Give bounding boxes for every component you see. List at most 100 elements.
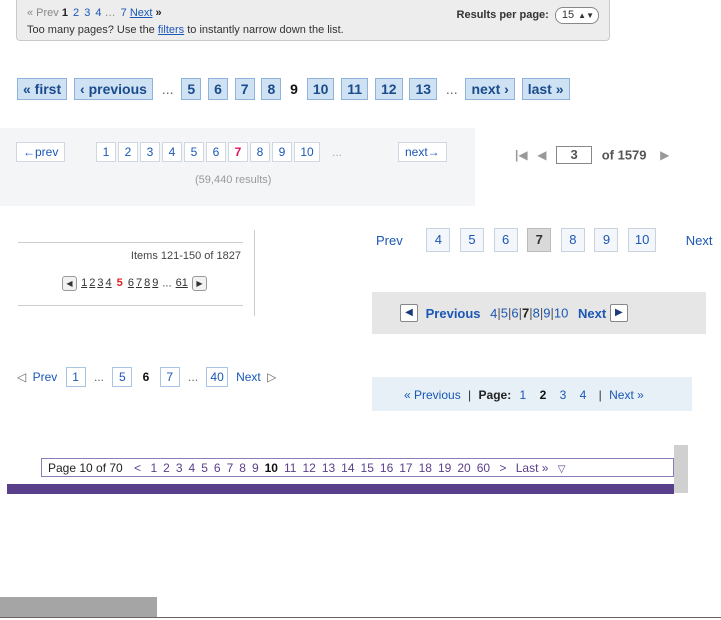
page-button[interactable]: 13 — [409, 78, 438, 100]
first-button[interactable]: « first — [17, 78, 68, 100]
page-link[interactable]: 2 — [89, 277, 95, 289]
page-link[interactable]: 4 — [189, 461, 196, 475]
filters-link[interactable]: filters — [158, 24, 184, 36]
page-link[interactable]: 9 — [152, 277, 158, 289]
page-link[interactable]: 2 — [163, 461, 170, 475]
page-link[interactable]: 12 — [302, 461, 315, 475]
prev-link[interactable]: < — [134, 461, 141, 475]
bottom-tab[interactable] — [0, 597, 157, 618]
page-button[interactable]: 9 — [594, 228, 619, 252]
page-link[interactable]: 1 — [81, 277, 87, 289]
prev-link[interactable]: Prev — [33, 370, 58, 384]
prev-triangle-icon[interactable]: ◁ — [17, 370, 26, 384]
page-button[interactable]: 1 — [96, 142, 116, 162]
page-button[interactable]: 6 — [208, 78, 228, 100]
page-button[interactable]: 8 — [261, 78, 282, 100]
page-link[interactable]: 8 — [239, 461, 246, 475]
page-button[interactable]: 2 — [118, 142, 138, 162]
next-arrow-icon[interactable]: ▶ — [191, 276, 207, 291]
page-link[interactable]: 3 — [97, 277, 103, 289]
page-link[interactable]: 14 — [341, 461, 354, 475]
page-link[interactable]: 1 — [520, 388, 527, 402]
page-button[interactable]: 8 — [250, 142, 270, 162]
next-link[interactable]: Next — [130, 7, 153, 19]
page-link[interactable]: 19 — [438, 461, 451, 475]
prev-button[interactable]: ←prev — [16, 142, 66, 162]
page-button[interactable]: 12 — [374, 78, 403, 100]
prev-arrow-icon[interactable]: ◀ — [62, 276, 77, 291]
page-button[interactable]: 1 — [65, 367, 86, 387]
page-button[interactable]: 8 — [560, 228, 585, 252]
page-button[interactable]: 6 — [206, 142, 226, 162]
page-link[interactable]: 4 — [105, 277, 111, 289]
page-link[interactable]: 6 — [214, 461, 221, 475]
results-per-page-select[interactable]: 15 ▲▼ — [554, 7, 599, 24]
scrollbar[interactable] — [674, 445, 688, 493]
page-link[interactable]: 7 — [227, 461, 234, 475]
page-link[interactable]: 6 — [128, 277, 134, 289]
page-link[interactable]: 10 — [554, 306, 568, 321]
page-button[interactable]: 6 — [493, 228, 518, 252]
page-button[interactable]: 5 — [184, 142, 204, 162]
page-link[interactable]: 15 — [361, 461, 374, 475]
page-link[interactable]: 7 — [136, 277, 142, 289]
next-link[interactable]: > — [499, 461, 506, 475]
page-link[interactable]: 16 — [380, 461, 393, 475]
last-button[interactable]: last » — [521, 78, 570, 100]
page-link[interactable]: 4 — [580, 388, 587, 402]
page-link[interactable]: 20 — [457, 461, 470, 475]
page-button[interactable]: 5 — [459, 228, 484, 252]
page-number-input[interactable]: 3 — [556, 146, 593, 164]
first-page-icon[interactable]: |◀ — [515, 148, 528, 162]
left-arrow-icon[interactable]: ◀ — [400, 304, 418, 322]
page-button[interactable]: 4 — [162, 142, 182, 162]
previous-link[interactable]: « Previous — [404, 388, 461, 402]
next-triangle-icon[interactable]: ▷ — [267, 370, 276, 384]
page-link[interactable]: 9 — [543, 306, 550, 321]
page-button[interactable]: 4 — [426, 228, 451, 252]
page-link[interactable]: 2 — [73, 7, 79, 19]
page-link[interactable]: 8 — [533, 306, 540, 321]
next-link[interactable]: Next — [686, 233, 713, 248]
page-link[interactable]: 13 — [322, 461, 335, 475]
page-link[interactable]: 18 — [419, 461, 432, 475]
page-button[interactable]: 7 — [234, 78, 255, 100]
page-button[interactable]: 5 — [112, 367, 133, 387]
next-button[interactable]: next › — [465, 78, 515, 100]
page-link[interactable]: 4 — [95, 7, 101, 19]
next-button[interactable]: next→ — [398, 142, 447, 162]
next-page-icon[interactable]: ▶ — [660, 148, 669, 162]
page-link[interactable]: 1 — [150, 461, 157, 475]
prev-link[interactable]: « Prev — [27, 7, 59, 19]
page-link[interactable]: 8 — [144, 277, 150, 289]
last-page-link[interactable]: 61 — [176, 277, 188, 289]
page-link[interactable]: 5 — [201, 461, 208, 475]
page-button[interactable]: 10 — [294, 142, 320, 162]
page-button[interactable]: 40 — [206, 367, 228, 387]
page-link[interactable]: 17 — [399, 461, 412, 475]
prev-page-icon[interactable]: ◀ — [537, 148, 546, 162]
page-link[interactable]: 60 — [477, 461, 490, 475]
prev-link[interactable]: Prev — [376, 233, 403, 248]
next-link[interactable]: Next » — [609, 388, 644, 402]
page-link[interactable]: 11 — [284, 461, 296, 475]
last-link[interactable]: Last » — [516, 461, 549, 475]
page-link[interactable]: 3 — [176, 461, 183, 475]
page-link[interactable]: 3 — [560, 388, 567, 402]
page-link[interactable]: 3 — [84, 7, 90, 19]
page-button[interactable]: 7 — [159, 367, 180, 387]
next-link[interactable]: Next — [578, 306, 606, 321]
page-button[interactable]: 10 — [628, 228, 657, 252]
dropdown-triangle-icon[interactable]: ▽ — [558, 464, 566, 475]
page-link[interactable]: 9 — [252, 461, 259, 475]
page-link[interactable]: 6 — [511, 306, 518, 321]
page-link[interactable]: 5 — [501, 306, 508, 321]
page-button[interactable]: 5 — [181, 78, 202, 100]
last-page-link[interactable]: 7 — [121, 7, 127, 19]
page-button[interactable]: 3 — [140, 142, 160, 162]
page-button[interactable]: 9 — [272, 142, 292, 162]
right-arrow-icon[interactable]: ▶ — [609, 304, 628, 322]
page-button[interactable]: 11 — [341, 78, 369, 100]
previous-button[interactable]: ‹ previous — [74, 78, 153, 100]
previous-link[interactable]: Previous — [426, 306, 481, 321]
